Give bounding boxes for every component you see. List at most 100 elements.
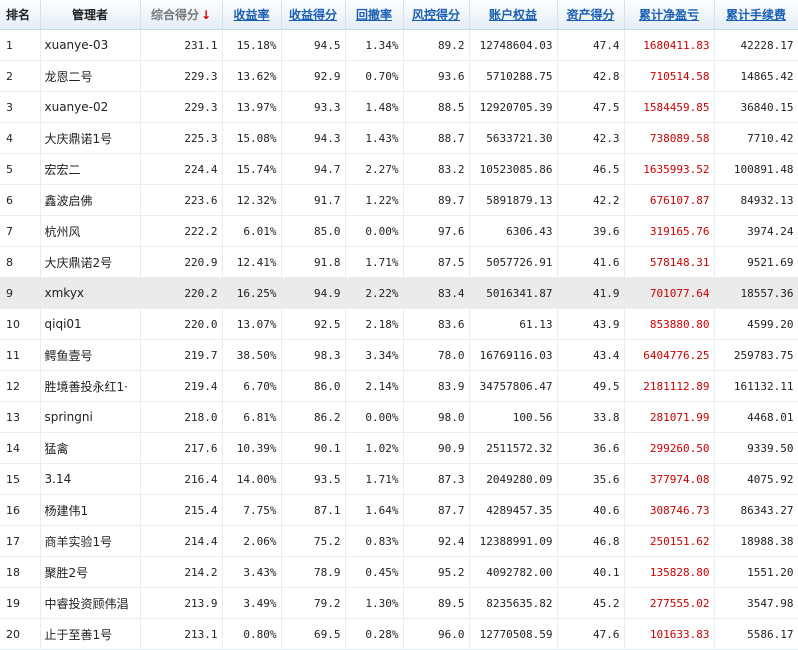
cell-return-rate: 12.41% [222,246,282,278]
cell-asset-score: 46.5 [557,153,625,185]
cell-return-rate: 6.81% [222,401,282,433]
header-drawdown-rate[interactable]: 回撤率 [345,0,404,30]
cell-account-equity: 5710288.75 [469,60,558,92]
table-row[interactable]: 10 qiqi01 220.0 13.07% 92.5 2.18% 83.6 61.13 43.… [0,308,798,340]
table-row[interactable]: 15 3.14 216.4 14.00% 93.5 1.71% 87.3 2049280.09… [0,463,798,495]
ranking-table: 排名 管理者 综合得分 ↓ 收益率 收益得分 回撤率 风控得分 账户权益 资产得分… [0,0,798,650]
cell-cumulative-fees: 100891.48 [714,153,798,185]
cell-asset-score: 49.5 [557,370,625,402]
cell-cumulative-fees: 18557.36 [714,277,798,309]
cell-cumulative-fees: 9521.69 [714,246,798,278]
table-row[interactable]: 16 杨建伟1 215.4 7.75% 87.1 1.64% 87.7 4289457.35 4… [0,494,798,526]
cell-manager: 杭州风 [40,215,141,247]
table-row[interactable]: 17 商羊实验1号 214.4 2.06% 75.2 0.83% 92.4 12388991.… [0,525,798,557]
cell-cumulative-fees: 5586.17 [714,618,798,650]
cell-cumulative-fees: 84932.13 [714,184,798,216]
cell-rank: 20 [0,618,41,650]
cell-asset-score: 41.9 [557,277,625,309]
table-row[interactable]: 3 xuanye-02 229.3 13.97% 93.3 1.48% 88.5 129207… [0,91,798,123]
cell-manager: 猛禽 [40,432,141,464]
cell-risk-score: 78.0 [403,339,470,371]
cell-return-score: 94.5 [281,29,346,61]
sort-desc-icon: ↓ [200,8,212,22]
cell-return-rate: 12.32% [222,184,282,216]
header-cumulative-fees[interactable]: 累计手续费 [714,0,798,30]
cell-drawdown-rate: 1.34% [345,29,404,61]
header-asset-score[interactable]: 资产得分 [557,0,625,30]
cell-rank: 16 [0,494,41,526]
cell-risk-score: 97.6 [403,215,470,247]
cell-risk-score: 98.0 [403,401,470,433]
cell-return-rate: 13.07% [222,308,282,340]
table-row[interactable]: 1 xuanye-03 231.1 15.18% 94.5 1.34% 89.2 127486… [0,29,798,61]
cell-account-equity: 5891879.13 [469,184,558,216]
table-row[interactable]: 19 中睿投资顾伟淐 213.9 3.49% 79.2 1.30% 89.5 8235635.… [0,587,798,619]
table-row[interactable]: 9 xmkyx 220.2 16.25% 94.9 2.22% 83.4 5016341.87… [0,277,798,309]
cell-rank: 13 [0,401,41,433]
cell-account-equity: 34757806.47 [469,370,558,402]
cell-return-score: 85.0 [281,215,346,247]
cell-composite-score: 229.3 [140,91,223,123]
cell-composite-score: 217.6 [140,432,223,464]
cell-composite-score: 213.9 [140,587,223,619]
cell-cumulative-net-pnl: 738089.58 [624,122,715,154]
cell-drawdown-rate: 1.71% [345,463,404,495]
header-return-score[interactable]: 收益得分 [281,0,346,30]
cell-asset-score: 35.6 [557,463,625,495]
table-row[interactable]: 11 鳄鱼壹号 219.7 38.50% 98.3 3.34% 78.0 16769116.0… [0,339,798,371]
cell-cumulative-fees: 3974.24 [714,215,798,247]
cell-rank: 12 [0,370,41,402]
header-return-rate[interactable]: 收益率 [222,0,282,30]
cell-cumulative-net-pnl: 281071.99 [624,401,715,433]
cell-manager: 商羊实验1号 [40,525,141,557]
cell-return-score: 87.1 [281,494,346,526]
cell-cumulative-net-pnl: 250151.62 [624,525,715,557]
cell-manager: qiqi01 [40,308,141,340]
cell-manager: 宏宏二 [40,153,141,185]
header-account-equity[interactable]: 账户权益 [469,0,558,30]
cell-risk-score: 87.3 [403,463,470,495]
cell-return-rate: 10.39% [222,432,282,464]
cell-account-equity: 12770508.59 [469,618,558,650]
cell-account-equity: 5633721.30 [469,122,558,154]
table-row[interactable]: 20 止于至善1号 213.1 0.80% 69.5 0.28% 96.0 12770508.… [0,618,798,650]
cell-return-rate: 2.06% [222,525,282,557]
cell-account-equity: 5057726.91 [469,246,558,278]
cell-risk-score: 83.9 [403,370,470,402]
cell-asset-score: 41.6 [557,246,625,278]
table-row[interactable]: 4 大庆鼎诺1号 225.3 15.08% 94.3 1.43% 88.7 5633721.3… [0,122,798,154]
cell-risk-score: 83.2 [403,153,470,185]
cell-rank: 17 [0,525,41,557]
table-row[interactable]: 12 胜境善投永红1· 219.4 6.70% 86.0 2.14% 83.9 3475780… [0,370,798,402]
cell-drawdown-rate: 2.22% [345,277,404,309]
table-row[interactable]: 5 宏宏二 224.4 15.74% 94.7 2.27% 83.2 10523085.86 4… [0,153,798,185]
cell-drawdown-rate: 1.71% [345,246,404,278]
table-row[interactable]: 13 springni 218.0 6.81% 86.2 0.00% 98.0 100.56 3… [0,401,798,433]
table-row[interactable]: 7 杭州风 222.2 6.01% 85.0 0.00% 97.6 6306.43 39.6 31… [0,215,798,247]
cell-composite-score: 220.0 [140,308,223,340]
table-row[interactable]: 18 聚胜2号 214.2 3.43% 78.9 0.45% 95.2 4092782.00 4… [0,556,798,588]
cell-asset-score: 47.6 [557,618,625,650]
cell-account-equity: 8235635.82 [469,587,558,619]
cell-return-rate: 14.00% [222,463,282,495]
cell-return-rate: 6.70% [222,370,282,402]
table-row[interactable]: 14 猛禽 217.6 10.39% 90.1 1.02% 90.9 2511572.32 36… [0,432,798,464]
cell-drawdown-rate: 1.02% [345,432,404,464]
header-composite-score[interactable]: 综合得分 ↓ [140,0,223,30]
table-row[interactable]: 2 龙恩二号 229.3 13.62% 92.9 0.70% 93.6 5710288.75 4… [0,60,798,92]
cell-cumulative-net-pnl: 101633.83 [624,618,715,650]
cell-asset-score: 42.3 [557,122,625,154]
header-risk-score[interactable]: 风控得分 [403,0,470,30]
table-row[interactable]: 8 大庆鼎诺2号 220.9 12.41% 91.8 1.71% 87.5 5057726.9… [0,246,798,278]
cell-drawdown-rate: 2.18% [345,308,404,340]
cell-drawdown-rate: 0.28% [345,618,404,650]
cell-asset-score: 33.8 [557,401,625,433]
cell-return-score: 91.8 [281,246,346,278]
cell-return-score: 91.7 [281,184,346,216]
cell-manager: 止于至善1号 [40,618,141,650]
table-row[interactable]: 6 鑫波启佛 223.6 12.32% 91.7 1.22% 89.7 5891879.13 4… [0,184,798,216]
header-cumulative-net-pnl[interactable]: 累计净盈亏 [624,0,715,30]
cell-cumulative-net-pnl: 2181112.89 [624,370,715,402]
cell-manager: xmkyx [40,277,141,309]
cell-return-rate: 3.43% [222,556,282,588]
